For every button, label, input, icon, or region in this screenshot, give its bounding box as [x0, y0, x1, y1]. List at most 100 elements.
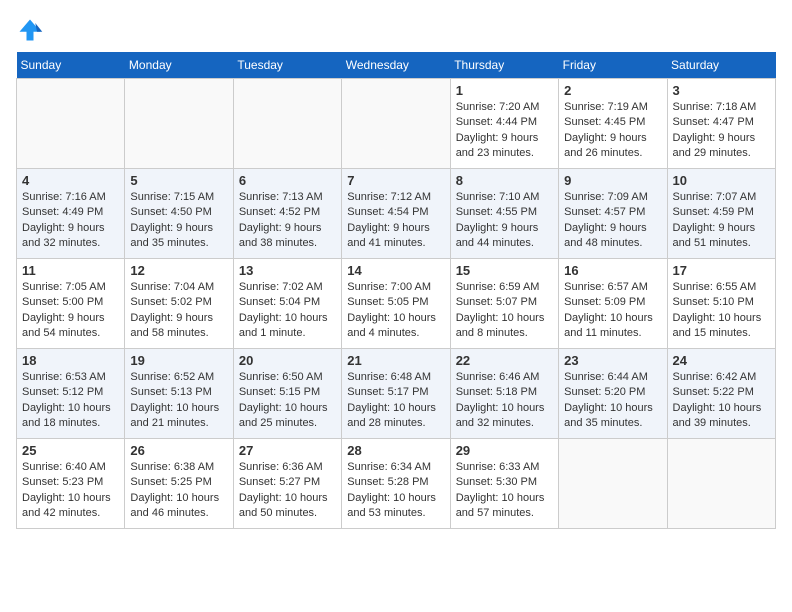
day-number: 5 [130, 173, 227, 188]
calendar-cell: 10 Sunrise: 7:07 AM Sunset: 4:59 PM Dayli… [667, 169, 775, 259]
day-info: Sunrise: 6:59 AM Sunset: 5:07 PM Dayligh… [456, 280, 553, 342]
calendar-header: SundayMondayTuesdayWednesdayThursdayFrid… [17, 52, 776, 79]
calendar-cell: 22 Sunrise: 6:46 AM Sunset: 5:18 PM Dayli… [450, 349, 558, 439]
day-info: Sunrise: 7:12 AM Sunset: 4:54 PM Dayligh… [347, 190, 444, 252]
calendar-cell: 3 Sunrise: 7:18 AM Sunset: 4:47 PM Daylig… [667, 79, 775, 169]
calendar-cell: 27Sunrise: 6:36 AM Sunset: 5:27 PM Dayli… [233, 439, 341, 529]
calendar-cell: 23 Sunrise: 6:44 AM Sunset: 5:20 PM Dayli… [559, 349, 667, 439]
calendar-cell: 29 Sunrise: 6:33 AM Sunset: 5:30 PM Dayli… [450, 439, 558, 529]
day-number: 16 [564, 263, 661, 278]
calendar-week-5: 25Sunrise: 6:40 AM Sunset: 5:23 PM Dayli… [17, 439, 776, 529]
day-info: Sunrise: 7:09 AM Sunset: 4:57 PM Dayligh… [564, 190, 661, 252]
day-info: Sunrise: 6:33 AM Sunset: 5:30 PM Dayligh… [456, 460, 553, 522]
day-number: 28 [347, 443, 444, 458]
weekday-header-saturday: Saturday [667, 52, 775, 79]
day-info: Sunrise: 7:00 AM Sunset: 5:05 PM Dayligh… [347, 280, 444, 342]
day-number: 19 [130, 353, 227, 368]
calendar-cell: 17 Sunrise: 6:55 AM Sunset: 5:10 PM Dayli… [667, 259, 775, 349]
calendar-cell: 6 Sunrise: 7:13 AM Sunset: 4:52 PM Daylig… [233, 169, 341, 259]
calendar-cell: 16 Sunrise: 6:57 AM Sunset: 5:09 PM Dayli… [559, 259, 667, 349]
day-number: 22 [456, 353, 553, 368]
weekday-header-monday: Monday [125, 52, 233, 79]
day-info: Sunrise: 7:07 AM Sunset: 4:59 PM Dayligh… [673, 190, 770, 252]
day-info: Sunrise: 7:20 AM Sunset: 4:44 PM Dayligh… [456, 100, 553, 162]
day-number: 7 [347, 173, 444, 188]
weekday-header-friday: Friday [559, 52, 667, 79]
day-info: Sunrise: 6:46 AM Sunset: 5:18 PM Dayligh… [456, 370, 553, 432]
calendar-cell: 26 Sunrise: 6:38 AM Sunset: 5:25 PM Dayli… [125, 439, 233, 529]
calendar-week-3: 11Sunrise: 7:05 AM Sunset: 5:00 PM Dayli… [17, 259, 776, 349]
day-info: Sunrise: 6:50 AM Sunset: 5:15 PM Dayligh… [239, 370, 336, 432]
weekday-header-row: SundayMondayTuesdayWednesdayThursdayFrid… [17, 52, 776, 79]
day-number: 10 [673, 173, 770, 188]
day-number: 29 [456, 443, 553, 458]
day-number: 6 [239, 173, 336, 188]
calendar-week-1: 1 Sunrise: 7:20 AM Sunset: 4:44 PM Daylig… [17, 79, 776, 169]
day-number: 27 [239, 443, 336, 458]
day-info: Sunrise: 7:19 AM Sunset: 4:45 PM Dayligh… [564, 100, 661, 162]
calendar-cell: 15Sunrise: 6:59 AM Sunset: 5:07 PM Dayli… [450, 259, 558, 349]
day-info: Sunrise: 7:04 AM Sunset: 5:02 PM Dayligh… [130, 280, 227, 342]
calendar-cell: 14 Sunrise: 7:00 AM Sunset: 5:05 PM Dayli… [342, 259, 450, 349]
calendar-body: 1 Sunrise: 7:20 AM Sunset: 4:44 PM Daylig… [17, 79, 776, 529]
day-number: 23 [564, 353, 661, 368]
weekday-header-wednesday: Wednesday [342, 52, 450, 79]
calendar-cell: 25Sunrise: 6:40 AM Sunset: 5:23 PM Dayli… [17, 439, 125, 529]
day-number: 4 [22, 173, 119, 188]
day-number: 25 [22, 443, 119, 458]
calendar-cell [125, 79, 233, 169]
day-number: 14 [347, 263, 444, 278]
calendar-cell [233, 79, 341, 169]
calendar-table: SundayMondayTuesdayWednesdayThursdayFrid… [16, 52, 776, 529]
calendar-cell: 19Sunrise: 6:52 AM Sunset: 5:13 PM Dayli… [125, 349, 233, 439]
day-info: Sunrise: 6:55 AM Sunset: 5:10 PM Dayligh… [673, 280, 770, 342]
calendar-cell: 9Sunrise: 7:09 AM Sunset: 4:57 PM Daylig… [559, 169, 667, 259]
day-info: Sunrise: 6:34 AM Sunset: 5:28 PM Dayligh… [347, 460, 444, 522]
calendar-week-4: 18 Sunrise: 6:53 AM Sunset: 5:12 PM Dayli… [17, 349, 776, 439]
calendar-cell [17, 79, 125, 169]
calendar-cell: 21 Sunrise: 6:48 AM Sunset: 5:17 PM Dayli… [342, 349, 450, 439]
day-info: Sunrise: 6:53 AM Sunset: 5:12 PM Dayligh… [22, 370, 119, 432]
weekday-header-sunday: Sunday [17, 52, 125, 79]
day-number: 21 [347, 353, 444, 368]
calendar-cell: 8 Sunrise: 7:10 AM Sunset: 4:55 PM Daylig… [450, 169, 558, 259]
calendar-cell: 11Sunrise: 7:05 AM Sunset: 5:00 PM Dayli… [17, 259, 125, 349]
logo-icon [16, 16, 44, 44]
day-info: Sunrise: 6:38 AM Sunset: 5:25 PM Dayligh… [130, 460, 227, 522]
day-number: 1 [456, 83, 553, 98]
calendar-cell: 24 Sunrise: 6:42 AM Sunset: 5:22 PM Dayli… [667, 349, 775, 439]
calendar-cell [559, 439, 667, 529]
day-number: 17 [673, 263, 770, 278]
day-info: Sunrise: 7:16 AM Sunset: 4:49 PM Dayligh… [22, 190, 119, 252]
calendar-cell: 5 Sunrise: 7:15 AM Sunset: 4:50 PM Daylig… [125, 169, 233, 259]
day-info: Sunrise: 7:10 AM Sunset: 4:55 PM Dayligh… [456, 190, 553, 252]
calendar-cell: 2Sunrise: 7:19 AM Sunset: 4:45 PM Daylig… [559, 79, 667, 169]
calendar-cell: 4 Sunrise: 7:16 AM Sunset: 4:49 PM Daylig… [17, 169, 125, 259]
day-number: 8 [456, 173, 553, 188]
weekday-header-tuesday: Tuesday [233, 52, 341, 79]
day-info: Sunrise: 7:02 AM Sunset: 5:04 PM Dayligh… [239, 280, 336, 342]
weekday-header-thursday: Thursday [450, 52, 558, 79]
day-number: 3 [673, 83, 770, 98]
calendar-cell: 28 Sunrise: 6:34 AM Sunset: 5:28 PM Dayli… [342, 439, 450, 529]
day-info: Sunrise: 7:05 AM Sunset: 5:00 PM Dayligh… [22, 280, 119, 342]
day-info: Sunrise: 7:15 AM Sunset: 4:50 PM Dayligh… [130, 190, 227, 252]
page-header [16, 16, 776, 44]
day-number: 13 [239, 263, 336, 278]
day-number: 12 [130, 263, 227, 278]
calendar-cell [667, 439, 775, 529]
day-info: Sunrise: 6:57 AM Sunset: 5:09 PM Dayligh… [564, 280, 661, 342]
day-number: 24 [673, 353, 770, 368]
calendar-cell: 7 Sunrise: 7:12 AM Sunset: 4:54 PM Daylig… [342, 169, 450, 259]
day-number: 26 [130, 443, 227, 458]
day-number: 20 [239, 353, 336, 368]
day-number: 18 [22, 353, 119, 368]
day-info: Sunrise: 6:42 AM Sunset: 5:22 PM Dayligh… [673, 370, 770, 432]
calendar-cell: 13 Sunrise: 7:02 AM Sunset: 5:04 PM Dayli… [233, 259, 341, 349]
calendar-cell: 12 Sunrise: 7:04 AM Sunset: 5:02 PM Dayli… [125, 259, 233, 349]
day-info: Sunrise: 6:48 AM Sunset: 5:17 PM Dayligh… [347, 370, 444, 432]
day-info: Sunrise: 7:18 AM Sunset: 4:47 PM Dayligh… [673, 100, 770, 162]
day-info: Sunrise: 7:13 AM Sunset: 4:52 PM Dayligh… [239, 190, 336, 252]
day-info: Sunrise: 6:44 AM Sunset: 5:20 PM Dayligh… [564, 370, 661, 432]
calendar-cell: 18 Sunrise: 6:53 AM Sunset: 5:12 PM Dayli… [17, 349, 125, 439]
